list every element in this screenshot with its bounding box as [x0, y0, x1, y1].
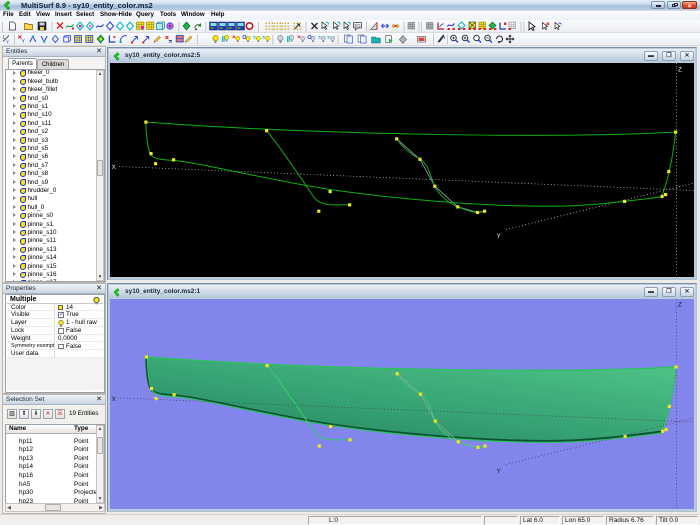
svg-text:Y: Y — [497, 468, 502, 475]
svg-text:Y: Y — [497, 233, 502, 240]
svg-text:X: X — [112, 164, 117, 171]
svg-text:Z: Z — [678, 302, 682, 309]
svg-text:X: X — [112, 396, 117, 403]
svg-text:Z: Z — [678, 67, 682, 74]
